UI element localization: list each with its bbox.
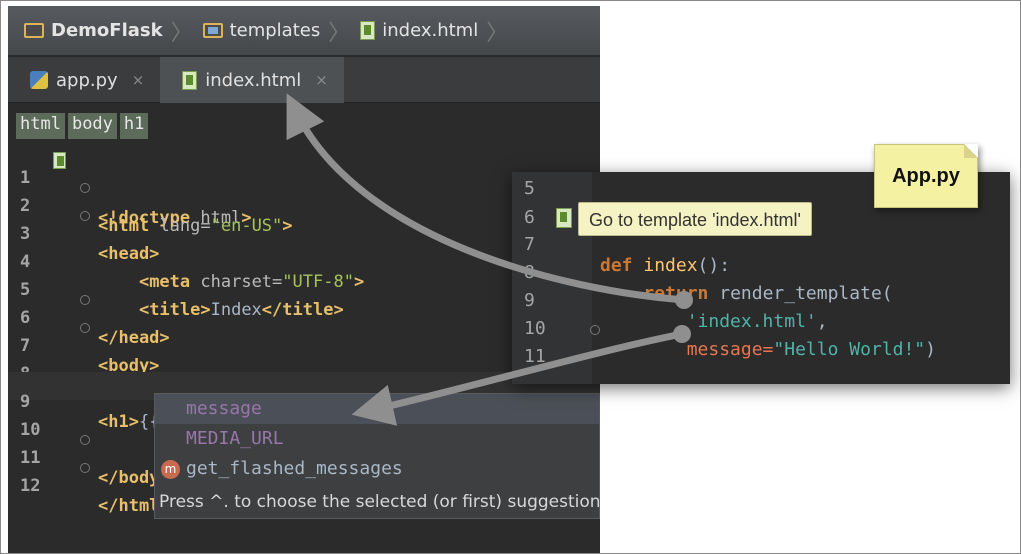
completion-hint: Press ^. to choose the selected (or firs… — [159, 492, 599, 512]
breadcrumb-file-label: index.html — [382, 20, 479, 41]
tab-label: app.py — [56, 69, 118, 91]
fold-icon[interactable] — [80, 323, 90, 333]
completion-item-message[interactable]: message — [155, 394, 599, 424]
fold-icon[interactable] — [80, 295, 90, 305]
completion-item-label: get_flashed_messages — [186, 458, 403, 479]
tab-index-html[interactable]: index.html × — [160, 57, 344, 103]
breadcrumb-project-label: DemoFlask — [51, 20, 163, 41]
python-file-icon — [30, 71, 48, 89]
code-line[interactable]: 8 return render_template( — [512, 262, 1010, 304]
tag-crumb-body[interactable]: body — [67, 113, 117, 139]
fold-icon[interactable] — [80, 463, 90, 473]
tab-label: index.html — [205, 69, 302, 91]
fold-icon[interactable] — [80, 183, 90, 193]
fold-icon[interactable] — [80, 211, 90, 221]
breadcrumb-file[interactable]: index.html — [360, 20, 478, 41]
code-line[interactable]: 9 'index.html', — [512, 290, 1010, 332]
tag-crumb-html[interactable]: html — [16, 113, 65, 139]
code-line[interactable]: 11 — [512, 346, 1010, 375]
breadcrumb-project[interactable]: DemoFlask — [24, 20, 163, 41]
html-file-icon[interactable] — [556, 208, 572, 228]
tab-app-py[interactable]: app.py × — [8, 57, 160, 103]
chevron-right-icon: 〉 — [486, 20, 509, 46]
completion-item-get-flashed-messages[interactable]: m get_flashed_messages — [155, 454, 599, 484]
sticky-note-label: App.py — [874, 144, 978, 208]
code-line[interactable]: 10 message="Hello World!") — [512, 318, 1010, 360]
chevron-right-icon: 〉 — [328, 20, 351, 46]
close-icon[interactable]: × — [132, 71, 145, 89]
completion-popup: message MEDIA_URL m get_flashed_messages… — [154, 393, 600, 519]
tag-crumb-h1[interactable]: h1 — [119, 113, 149, 139]
code-line[interactable]: 7 def index(): — [512, 234, 1010, 276]
folder-icon — [24, 23, 44, 38]
breadcrumb: DemoFlask 〉 templates 〉 index.html 〉 — [8, 6, 600, 56]
method-icon: m — [161, 459, 180, 479]
tab-bar: app.py × index.html × — [8, 57, 600, 103]
fold-icon[interactable] — [590, 325, 600, 335]
close-icon[interactable]: × — [315, 71, 328, 89]
tag-path-bar: html body h1 — [8, 113, 149, 139]
chevron-right-icon: 〉 — [170, 20, 193, 46]
goto-template-tooltip[interactable]: Go to template 'index.html' — [578, 202, 812, 236]
completion-item-media-url[interactable]: MEDIA_URL — [155, 424, 599, 454]
breadcrumb-folder-label: templates — [229, 20, 321, 41]
fold-icon[interactable] — [80, 435, 90, 445]
html-file-icon — [53, 152, 66, 169]
html-file-icon — [182, 70, 198, 90]
folder-template-icon — [202, 23, 223, 38]
breadcrumb-folder[interactable]: templates — [202, 20, 321, 41]
html-file-icon — [360, 21, 376, 40]
